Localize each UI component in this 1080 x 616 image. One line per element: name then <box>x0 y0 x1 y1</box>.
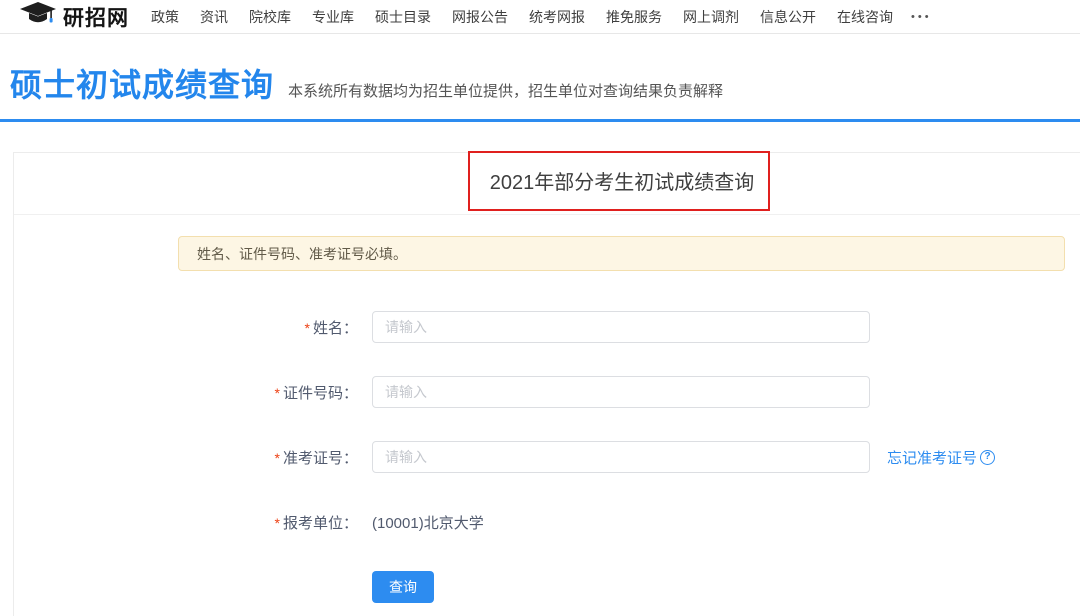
form-row-id-number: *证件号码： <box>178 376 1065 408</box>
required-mark: * <box>275 385 280 401</box>
nav-item-master-catalog[interactable]: 硕士目录 <box>375 7 431 27</box>
id-number-input[interactable] <box>372 376 870 408</box>
ticket-number-label: *准考证号： <box>178 447 372 468</box>
page-subtitle: 本系统所有数据均为招生单位提供，招生单位对查询结果负责解释 <box>288 80 723 101</box>
nav-item-registration-notice[interactable]: 网报公告 <box>452 7 508 27</box>
notice-text: 姓名、证件号码、准考证号必填。 <box>197 244 407 264</box>
name-label: *姓名： <box>178 317 372 338</box>
nav-item-info-disclosure[interactable]: 信息公开 <box>760 7 816 27</box>
name-input[interactable] <box>372 311 870 343</box>
help-question-icon: ? <box>980 450 995 465</box>
brand-name: 研招网 <box>63 2 129 32</box>
nav-item-online-consult[interactable]: 在线咨询 <box>837 7 893 27</box>
required-mark: * <box>275 515 280 531</box>
institution-value: (10001)北京大学 <box>372 512 484 533</box>
required-fields-notice: 姓名、证件号码、准考证号必填。 <box>178 236 1065 271</box>
graduation-cap-icon <box>20 2 56 31</box>
more-menu-icon[interactable]: ••• <box>911 11 932 23</box>
ticket-number-input[interactable] <box>372 441 870 473</box>
top-navigation: 研招网 政策 资讯 院校库 专业库 硕士目录 网报公告 统考网报 推免服务 网上… <box>0 0 1080 34</box>
id-number-label: *证件号码： <box>178 382 372 403</box>
form-row-name: *姓名： <box>178 311 1065 343</box>
form-row-submit: 查询 <box>178 571 1065 603</box>
form-row-ticket-number: *准考证号： 忘记准考证号 ? <box>178 441 1065 473</box>
nav-item-news[interactable]: 资讯 <box>200 7 228 27</box>
score-query-page: 研招网 政策 资讯 院校库 专业库 硕士目录 网报公告 统考网报 推免服务 网上… <box>0 0 1080 616</box>
page-header: 硕士初试成绩查询 本系统所有数据均为招生单位提供，招生单位对查询结果负责解释 <box>10 60 723 106</box>
institution-label: *报考单位： <box>178 512 372 533</box>
nav-item-exemption-service[interactable]: 推免服务 <box>606 7 662 27</box>
nav-item-major-library[interactable]: 专业库 <box>312 7 354 27</box>
form-row-institution: *报考单位： (10001)北京大学 <box>178 506 1065 538</box>
header-divider <box>0 119 1080 122</box>
nav-item-online-adjustment[interactable]: 网上调剂 <box>683 7 739 27</box>
query-form: *姓名： *证件号码： *准考证号： 忘记准考证号 ? *报考单位： (1000… <box>178 311 1065 616</box>
query-submit-button[interactable]: 查询 <box>372 571 434 603</box>
nav-menu: 政策 资讯 院校库 专业库 硕士目录 网报公告 统考网报 推免服务 网上调剂 信… <box>151 7 893 27</box>
nav-item-college-library[interactable]: 院校库 <box>249 7 291 27</box>
nav-item-unified-exam[interactable]: 统考网报 <box>529 7 585 27</box>
required-mark: * <box>305 320 310 336</box>
forgot-ticket-link[interactable]: 忘记准考证号 ? <box>887 447 995 468</box>
forgot-ticket-link-label: 忘记准考证号 <box>887 447 977 468</box>
nav-item-policy[interactable]: 政策 <box>151 7 179 27</box>
required-mark: * <box>275 450 280 466</box>
page-title: 硕士初试成绩查询 <box>10 60 274 106</box>
card-title: 2021年部分考生初试成绩查询 <box>14 153 1080 215</box>
site-logo[interactable]: 研招网 <box>20 2 129 32</box>
